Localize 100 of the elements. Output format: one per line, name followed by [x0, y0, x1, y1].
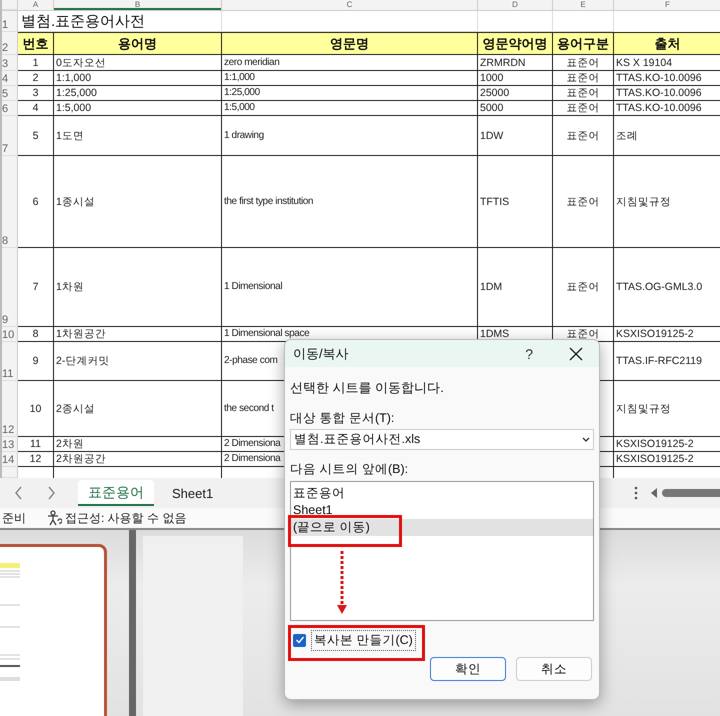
table-cell: TFTIS: [478, 156, 553, 248]
chevron-right-icon[interactable]: [46, 486, 56, 500]
column-header[interactable]: C: [222, 0, 478, 10]
table-cell: 1 Dimensional: [222, 248, 478, 327]
column-heading: 영문약어명: [478, 32, 553, 55]
table-cell: 지침및규정: [614, 156, 720, 248]
column-heading: 번호: [18, 32, 54, 55]
table-cell: 1:5,000: [222, 101, 478, 116]
column-heading: 영문명: [222, 32, 478, 55]
field-label: 대상 통합 문서(T):: [290, 410, 396, 427]
dialog-title: 이동/복사: [293, 344, 349, 362]
table-cell: KSXISO19125-2: [614, 452, 720, 467]
column-header[interactable]: D: [478, 0, 553, 10]
table-cell: 1DW: [478, 116, 553, 156]
row-header[interactable]: 3: [2, 55, 18, 71]
checkbox[interactable]: [293, 634, 306, 646]
checkbox-label[interactable]: 복사본 만들기(C): [311, 630, 416, 650]
table-cell: 1:5,000: [54, 101, 222, 116]
table-cell: 1차원: [54, 248, 222, 327]
table-cell: 2차원공간: [54, 452, 222, 467]
accessibility-icon[interactable]: [46, 510, 62, 526]
row-header[interactable]: 8: [2, 156, 18, 248]
table-cell: 1차원공간: [54, 327, 222, 342]
row-header[interactable]: 5: [2, 86, 18, 101]
table-cell: 표준어: [553, 248, 614, 327]
list-item[interactable]: (끝으로 이동): [291, 519, 593, 536]
row-header[interactable]: 12: [2, 381, 18, 437]
table-cell: 9: [18, 342, 54, 381]
row-header[interactable]: 2: [2, 32, 18, 55]
table-cell: 5000: [478, 101, 553, 116]
table-cell: 10: [18, 381, 54, 437]
table-cell: 1:1,000: [222, 71, 478, 86]
list-item[interactable]: Sheet1: [291, 502, 593, 519]
table-cell: 0도자오선: [54, 55, 222, 71]
workbook-dropdown[interactable]: 별첨.표준용어사전.xls: [290, 429, 594, 450]
accessibility-status[interactable]: 접근성: 사용할 수 없음: [65, 510, 186, 526]
row-header[interactable]: 14: [2, 452, 18, 467]
row-header[interactable]: 6: [2, 101, 18, 116]
table-cell: 지침및규정: [614, 381, 720, 437]
row-header[interactable]: 13: [2, 437, 18, 452]
row-header[interactable]: 7: [2, 116, 18, 156]
table-cell: 표준어: [553, 86, 614, 101]
table-cell: 2: [18, 71, 54, 86]
column-header[interactable]: B: [54, 0, 222, 10]
row-header[interactable]: 10: [2, 327, 18, 342]
chevron-down-icon[interactable]: [582, 436, 590, 442]
dialog-button[interactable]: 확인: [430, 657, 506, 681]
help-button[interactable]: ?: [525, 346, 533, 362]
table-cell: 1 drawing: [222, 116, 478, 156]
column-heading: 용어명: [54, 32, 222, 55]
description-text: 선택한 시트를 이동합니다.: [290, 379, 445, 397]
table-cell: 표준어: [553, 116, 614, 156]
sheet-list[interactable]: 표준용어 Sheet1 (끝으로 이동): [290, 481, 594, 621]
table-cell: 1:1,000: [54, 71, 222, 86]
row-header[interactable]: 1: [2, 11, 18, 32]
row-header[interactable]: 9: [2, 248, 18, 327]
status-text: 준비: [1, 510, 26, 526]
row-header[interactable]: 4: [2, 71, 18, 86]
sheet-tab[interactable]: 표준용어: [78, 480, 154, 506]
table-cell: 조례: [614, 116, 720, 156]
table-cell: 1종시설: [54, 156, 222, 248]
table-cell: 11: [18, 437, 54, 452]
close-icon[interactable]: [569, 346, 583, 360]
column-header[interactable]: E: [553, 0, 614, 10]
table-cell: 1DM: [478, 248, 553, 327]
table-cell: the first type institution: [222, 156, 478, 248]
table-cell: 표준어: [553, 55, 614, 71]
column-header[interactable]: A: [18, 0, 54, 10]
list-item[interactable]: 표준용어: [291, 485, 593, 502]
table-cell: 표준어: [553, 101, 614, 116]
horizontal-scrollbar[interactable]: [650, 486, 720, 500]
table-cell: 1: [18, 55, 54, 71]
scroll-thumb[interactable]: [662, 489, 720, 497]
dialog-button[interactable]: 취소: [516, 657, 592, 681]
more-icon[interactable]: [634, 486, 638, 500]
table-cell: 1:25,000: [222, 86, 478, 101]
table-cell: 6: [18, 156, 54, 248]
scroll-left-icon[interactable]: [650, 488, 658, 498]
table-cell: ZRMRDN: [478, 55, 553, 71]
table-cell: KS X 19104: [614, 55, 720, 71]
table-cell: 8: [18, 327, 54, 342]
table-cell: 2종시설: [54, 381, 222, 437]
table-cell: TTAS.OG-GML3.0: [614, 248, 720, 327]
column-heading: 용어구분: [553, 32, 614, 55]
chevron-left-icon[interactable]: [14, 486, 24, 500]
table-cell: 12: [18, 452, 54, 467]
table-cell: 표준어: [553, 156, 614, 248]
table-cell: 4: [18, 101, 54, 116]
table-cell: 1도면: [54, 116, 222, 156]
table-cell: 1000: [478, 71, 553, 86]
table-cell: 표준어: [553, 71, 614, 86]
table-cell: 3: [18, 86, 54, 101]
page-thumbnail[interactable]: [0, 544, 107, 716]
row-header[interactable]: 11: [2, 342, 18, 381]
column-heading: 출처: [614, 32, 720, 55]
table-cell: TTAS.IF-RFC2119: [614, 342, 720, 381]
table-cell: TTAS.KO-10.0096: [614, 71, 720, 86]
table-cell: 25000: [478, 86, 553, 101]
column-header[interactable]: F: [614, 0, 720, 10]
table-cell: 2-단계커밋: [54, 342, 222, 381]
